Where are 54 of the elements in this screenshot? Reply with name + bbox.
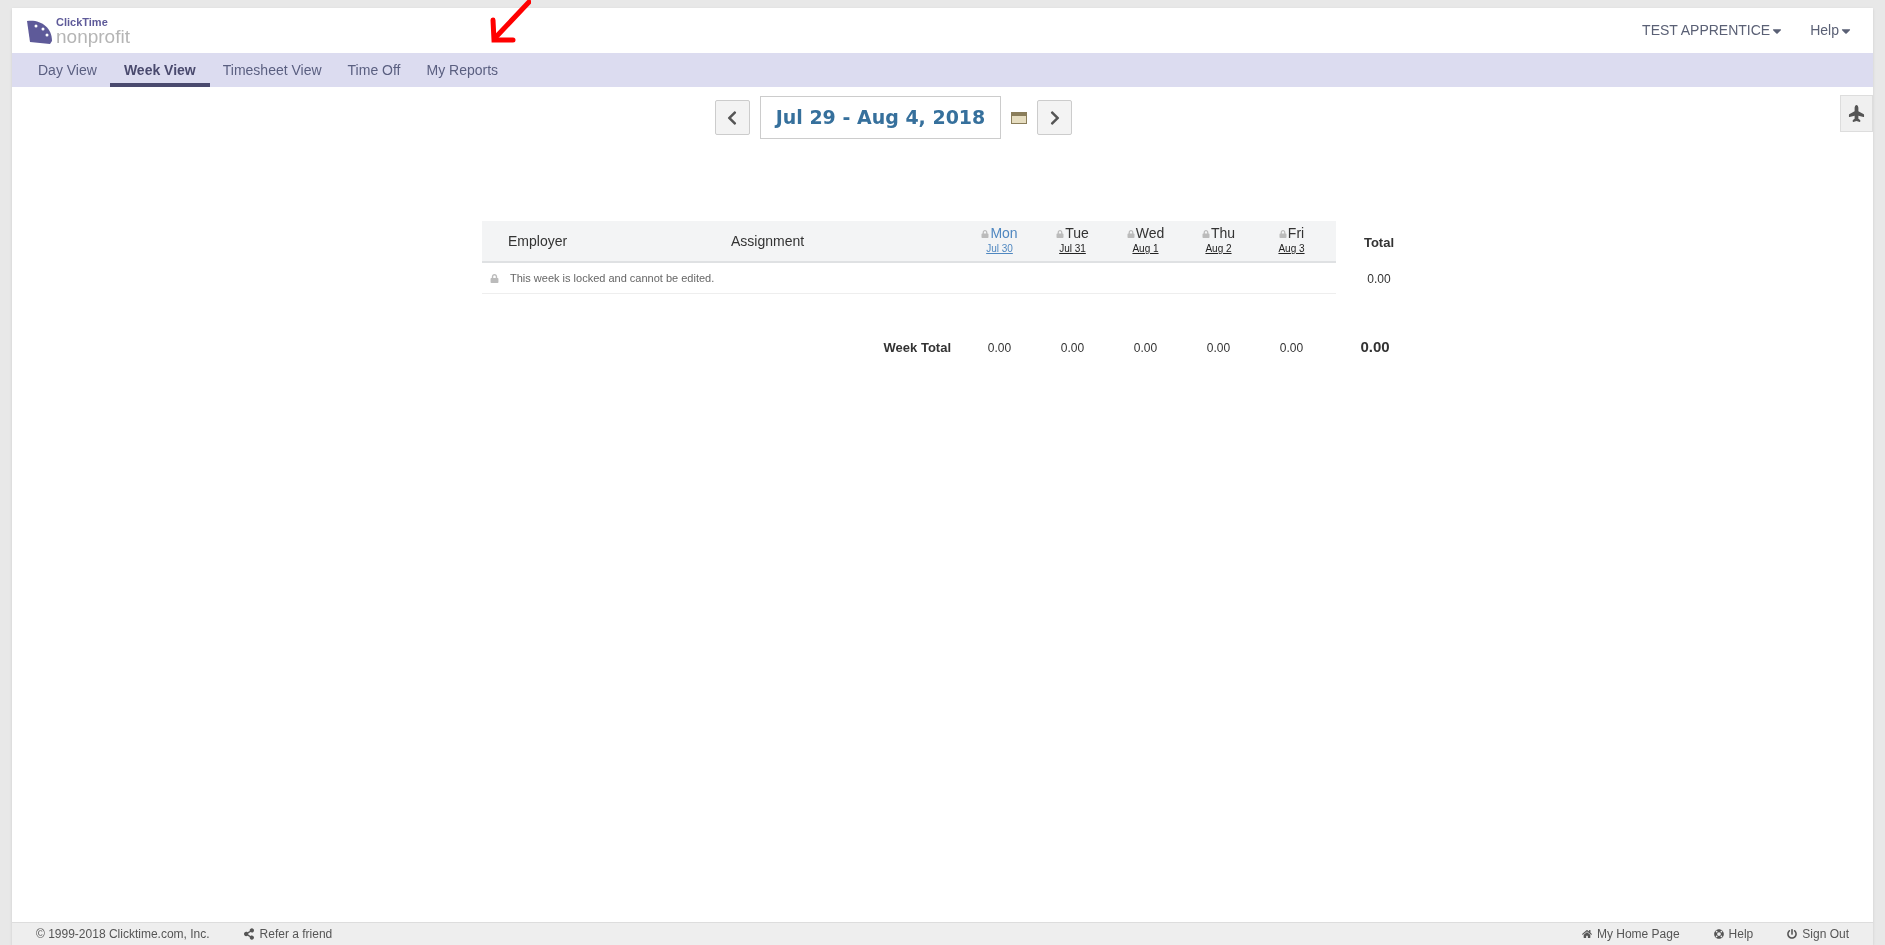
day-date-link[interactable]: Jul 31 — [1059, 241, 1086, 256]
time-off-tab-button[interactable] — [1840, 95, 1873, 132]
next-week-button[interactable] — [1037, 100, 1073, 135]
day-name: Fri — [1287, 226, 1305, 241]
footer-link[interactable]: Help — [1713, 925, 1754, 943]
day-name: Thu — [1210, 226, 1236, 241]
nav-tab[interactable]: Week View — [109, 53, 210, 87]
day-total: 0.00 — [1060, 340, 1085, 355]
home-icon — [1581, 928, 1592, 940]
day-date-link[interactable]: Aug 2 — [1205, 241, 1232, 256]
signout-icon — [1787, 928, 1798, 940]
day-date-link[interactable]: Jul 30 — [986, 241, 1013, 256]
grand-total: 0.00 — [1360, 337, 1390, 355]
airplane-icon — [1848, 105, 1865, 122]
lock-icon — [1056, 229, 1065, 238]
calendar-icon[interactable] — [1011, 111, 1028, 124]
day-name: Tue — [1065, 226, 1089, 241]
day-total: 0.00 — [1133, 340, 1158, 355]
column-header: Assignment — [731, 231, 806, 251]
day-date-link[interactable]: Aug 1 — [1132, 241, 1159, 256]
day-total: 0.00 — [1206, 340, 1231, 355]
share-icon — [243, 928, 254, 940]
copyright-text: © 1999-2018 Clicktime.com, Inc. — [36, 926, 210, 943]
lock-icon — [1201, 229, 1210, 238]
nav-tab[interactable]: Time Off — [334, 53, 414, 87]
nav-tab[interactable]: Day View — [25, 53, 110, 87]
logo-brand: ClickTime — [56, 16, 109, 28]
lock-icon — [1278, 229, 1287, 238]
lock-icon — [490, 273, 499, 283]
help-icon — [1713, 928, 1724, 940]
previous-week-button[interactable] — [714, 100, 750, 135]
total-header: Total — [1363, 234, 1395, 253]
help-menu[interactable]: Help — [1810, 20, 1851, 41]
week-total-label: Week Total — [883, 339, 951, 355]
nav-tab[interactable]: Timesheet View — [209, 53, 335, 87]
row-total: 0.00 — [1367, 270, 1391, 288]
clock-logo-icon — [24, 18, 54, 45]
locked-message: This week is locked and cannot be edited. — [510, 270, 715, 286]
day-date-link[interactable]: Aug 3 — [1278, 241, 1305, 256]
day-name: Wed — [1135, 226, 1165, 241]
refer-friend-link[interactable]: Refer a friend — [243, 925, 333, 943]
footer-link[interactable]: My Home Page — [1581, 925, 1680, 943]
column-header: Employer — [508, 231, 569, 251]
nav-tab[interactable]: My Reports — [413, 53, 512, 87]
annotation-arrow-drawing — [489, 0, 531, 44]
day-total: 0.00 — [987, 340, 1012, 355]
logo-product: nonprofit — [56, 27, 130, 45]
day-name: Mon — [990, 226, 1018, 241]
day-total: 0.00 — [1279, 340, 1304, 355]
footer-link[interactable]: Sign Out — [1787, 925, 1849, 943]
user-menu[interactable]: TEST APPRENTICE — [1642, 20, 1783, 41]
date-range-field[interactable]: Jul 29 - Aug 4, 2018 — [759, 96, 1002, 139]
lock-icon — [1126, 229, 1135, 238]
lock-icon — [981, 229, 990, 238]
